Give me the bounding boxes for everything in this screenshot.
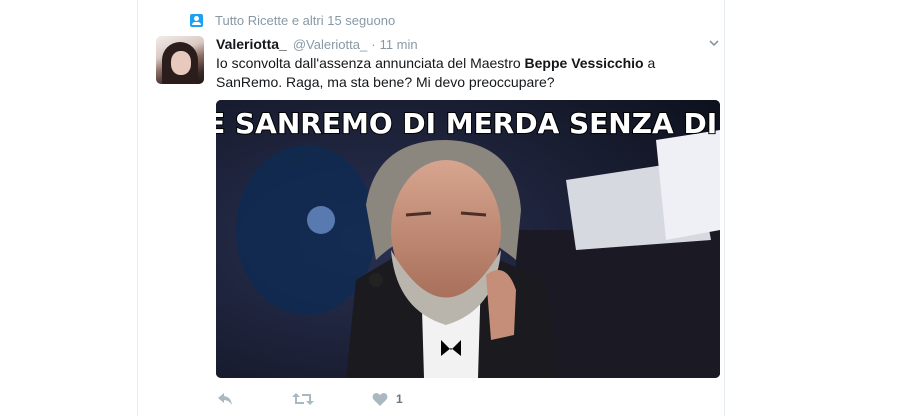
user-name[interactable]: Valeriotta_ [216, 36, 287, 52]
user-handle[interactable]: @Valeriotta_ [293, 37, 367, 52]
social-context-text: Tutto Ricette e altri 15 seguono [215, 13, 396, 28]
meme-image: CHE SANREMO DI MERDA SENZA DI ME [216, 100, 720, 378]
avatar[interactable] [156, 36, 204, 84]
like-button[interactable]: 1 [372, 392, 403, 407]
chevron-down-icon[interactable] [709, 38, 719, 48]
reply-icon [218, 393, 232, 405]
tweet-header: Valeriotta_ @Valeriotta_ · 11 min [216, 36, 418, 52]
avatar-face [171, 51, 191, 75]
separator-dot: · [371, 37, 376, 52]
heart-icon [372, 392, 388, 406]
person-icon [190, 14, 203, 27]
reply-button[interactable] [216, 391, 234, 407]
tweet-media-image[interactable]: CHE SANREMO DI MERDA SENZA DI ME [216, 100, 720, 378]
social-context: Tutto Ricette e altri 15 seguono [190, 13, 395, 28]
tweet-text-mention: Beppe Vessicchio [524, 55, 644, 71]
tweet-text-part: Io sconvolta dall'assenza annunciata del… [216, 55, 525, 71]
tweet-timestamp[interactable]: 11 min [380, 37, 418, 52]
meme-caption: CHE SANREMO DI MERDA SENZA DI ME [216, 107, 720, 140]
retweet-icon [292, 393, 314, 405]
retweet-button[interactable] [292, 391, 314, 407]
tweet-actions: 1 [216, 391, 461, 407]
tweet-text: Io sconvolta dall'assenza annunciata del… [216, 54, 686, 92]
like-count: 1 [396, 392, 403, 406]
tweet-card[interactable]: Tutto Ricette e altri 15 seguono Valerio… [137, 0, 725, 416]
